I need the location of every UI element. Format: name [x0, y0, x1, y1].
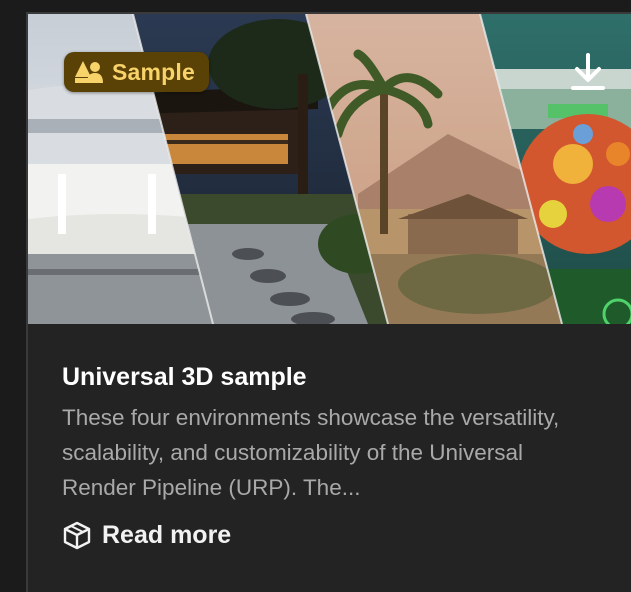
sample-badge: Sample: [64, 52, 210, 92]
card-title[interactable]: Universal 3D sample: [62, 360, 611, 394]
card-content: Universal 3D sample These four environme…: [62, 360, 611, 505]
download-button[interactable]: [566, 50, 610, 94]
box-cube-icon: [63, 521, 91, 550]
person-badge-icon: [75, 61, 103, 83]
sample-thumbnail[interactable]: Sample: [28, 14, 631, 324]
download-icon: [571, 53, 605, 90]
read-more-label: Read more: [102, 520, 232, 549]
badge-label: Sample: [112, 58, 196, 85]
card-description: These four environments showcase the ver…: [62, 405, 560, 500]
sample-card[interactable]: Sample Universal 3D sample These four en…: [26, 12, 631, 592]
read-more-link[interactable]: Read more: [62, 520, 231, 550]
